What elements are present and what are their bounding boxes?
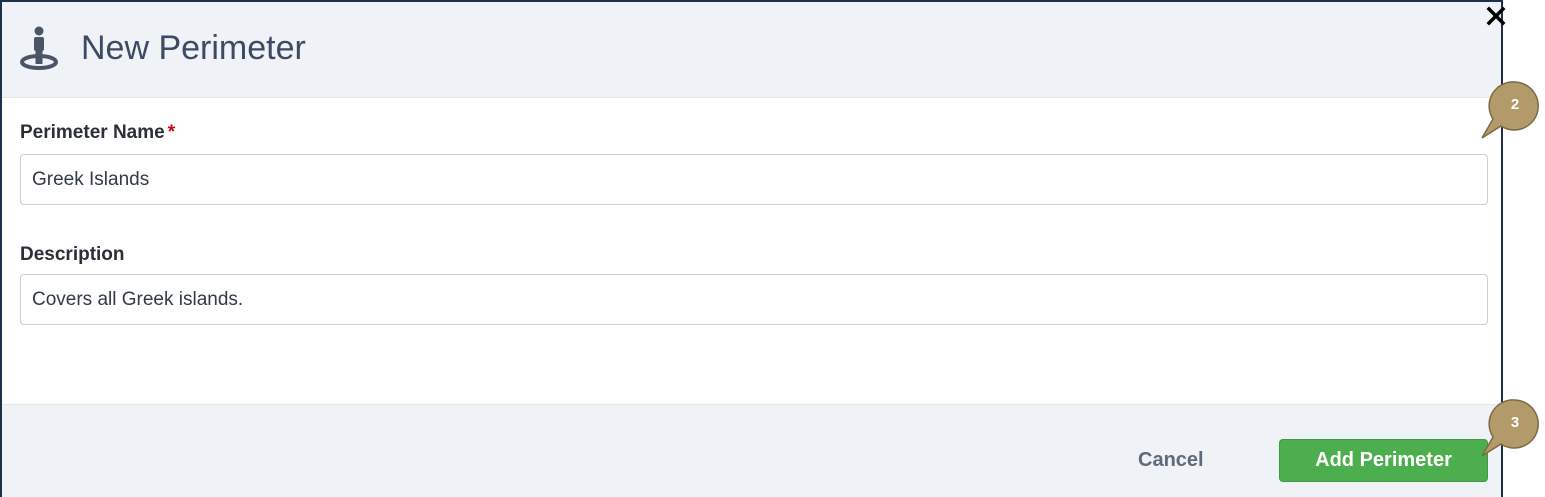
description-label: Description xyxy=(20,244,125,265)
person-location-icon xyxy=(20,26,58,70)
perimeter-name-label-text: Perimeter Name xyxy=(20,122,165,143)
description-input[interactable] xyxy=(20,274,1488,325)
perimeter-name-label: Perimeter Name * xyxy=(20,122,175,144)
callout-badge-3: 3 xyxy=(1478,398,1540,460)
perimeter-name-input[interactable] xyxy=(20,154,1488,205)
cancel-button[interactable]: Cancel xyxy=(1138,449,1204,472)
callout-number: 2 xyxy=(1510,96,1520,113)
add-perimeter-button[interactable]: Add Perimeter xyxy=(1279,439,1488,482)
dialog-header: New Perimeter xyxy=(2,2,1501,98)
new-perimeter-dialog: New Perimeter Perimeter Name* Descriptio… xyxy=(0,0,1506,497)
close-icon[interactable] xyxy=(1486,6,1506,26)
dialog-title: New Perimeter xyxy=(81,29,306,67)
dialog-footer: Cancel Add Perimeter xyxy=(2,404,1501,497)
callout-number: 3 xyxy=(1510,414,1520,431)
callout-badge-2: 2 xyxy=(1478,80,1540,142)
required-marker: * xyxy=(167,122,176,143)
